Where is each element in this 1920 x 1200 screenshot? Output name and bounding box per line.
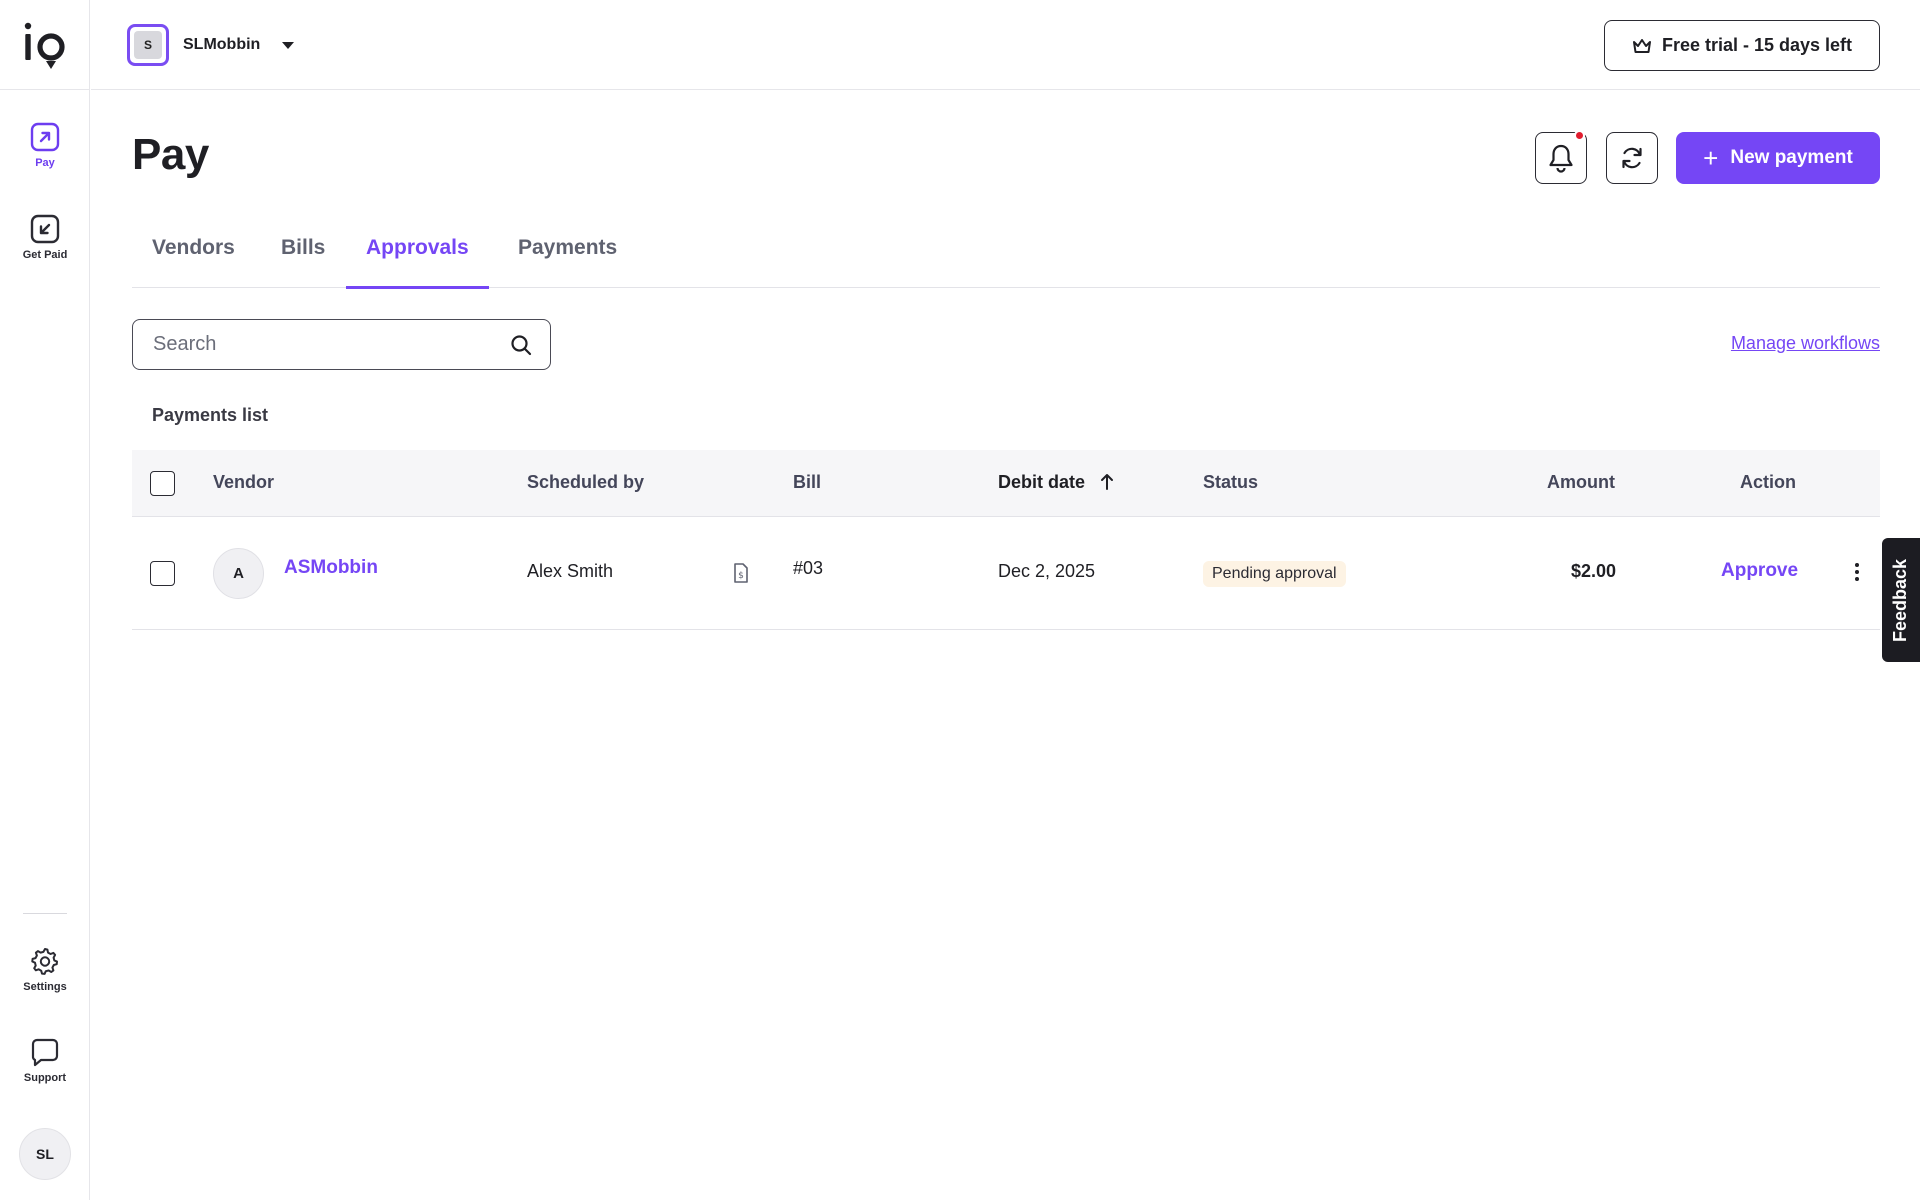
sidebar-item-label: Support: [23, 1072, 67, 1084]
more-options-icon[interactable]: [1850, 557, 1864, 587]
search-input[interactable]: [153, 333, 510, 356]
tab-approvals[interactable]: Approvals: [346, 236, 489, 289]
scheduled-by: Alex Smith: [527, 561, 614, 581]
table-row[interactable]: A ASMobbin Alex Smith $ #03 Dec 2, 2025 …: [132, 517, 1880, 630]
tab-vendors[interactable]: Vendors: [132, 236, 255, 288]
sidebar-item-pay[interactable]: Pay: [0, 122, 90, 169]
bill-document-icon[interactable]: $: [733, 563, 749, 583]
column-header-status[interactable]: Status: [1203, 472, 1258, 493]
page-title: Pay: [132, 130, 209, 179]
refresh-icon: [1622, 147, 1642, 169]
notifications-button[interactable]: [1535, 130, 1587, 184]
sidebar-item-get-paid[interactable]: Get Paid: [0, 214, 90, 261]
payments-table: Vendor Scheduled by Bill Debit date Stat…: [132, 450, 1880, 630]
svg-text:$: $: [738, 571, 744, 581]
column-header-vendor[interactable]: Vendor: [213, 472, 274, 493]
gear-icon: [31, 948, 58, 975]
bill-number: #03: [793, 558, 824, 578]
tab-bills[interactable]: Bills: [261, 236, 345, 288]
org-switcher[interactable]: S SLMobbin: [127, 24, 295, 66]
select-all-checkbox[interactable]: [150, 471, 175, 496]
column-header-label: Debit date: [998, 472, 1086, 492]
sidebar-item-label: Pay: [35, 157, 55, 169]
free-trial-button[interactable]: Free trial - 15 days left: [1604, 20, 1880, 71]
sidebar-item-support[interactable]: Support: [0, 1037, 90, 1084]
debit-date: Dec 2, 2025: [998, 561, 1096, 581]
refresh-button[interactable]: [1606, 132, 1658, 184]
manage-workflows-link[interactable]: Manage workflows: [1731, 333, 1880, 354]
caret-down-icon: [282, 41, 295, 49]
topbar: S SLMobbin Free trial - 15 days left: [91, 0, 1920, 90]
notification-dot: [1574, 130, 1585, 141]
column-header-debit-date[interactable]: Debit date: [998, 472, 1114, 493]
amount: $2.00: [1571, 561, 1617, 581]
payments-list-title: Payments list: [152, 405, 269, 425]
feedback-label: Feedback: [1890, 558, 1911, 642]
new-payment-button[interactable]: + New payment: [1676, 132, 1880, 184]
chat-bubble-icon: [31, 1038, 59, 1067]
crown-icon: [1632, 38, 1651, 53]
sidebar-item-label: Settings: [23, 981, 67, 993]
vendor-name-link[interactable]: ASMobbin: [284, 557, 378, 579]
search-icon[interactable]: [510, 334, 532, 356]
free-trial-label: Free trial - 15 days left: [1661, 35, 1853, 55]
org-initial: S: [134, 31, 162, 59]
org-name: SLMobbin: [183, 36, 261, 53]
sidebar-item-label: Get Paid: [22, 249, 68, 261]
column-header-bill[interactable]: Bill: [793, 472, 821, 493]
row-checkbox[interactable]: [150, 561, 175, 586]
tab-bar: Vendors Bills Approvals Payments: [132, 226, 1880, 289]
column-header-action: Action: [1740, 472, 1796, 492]
arrow-down-left-icon: [30, 214, 60, 244]
new-payment-label: New payment: [1730, 147, 1853, 168]
status-badge: Pending approval: [1203, 561, 1346, 587]
search-box: [132, 319, 551, 370]
sidebar-divider: [23, 913, 67, 914]
plus-icon: +: [1703, 143, 1719, 173]
feedback-tab[interactable]: Feedback: [1882, 538, 1920, 662]
arrow-up-right-icon: [30, 122, 60, 152]
sidebar-top-divider: [0, 89, 90, 90]
sidebar: Pay Get Paid Settings Support SL: [0, 0, 90, 1200]
arrow-up-icon: [1101, 474, 1114, 490]
sidebar-item-settings[interactable]: Settings: [0, 946, 90, 993]
bell-icon: [1549, 144, 1573, 173]
column-header-scheduled-by[interactable]: Scheduled by: [527, 472, 644, 493]
user-avatar[interactable]: SL: [19, 1128, 71, 1180]
column-header-amount[interactable]: Amount: [1547, 472, 1615, 493]
app-logo[interactable]: [22, 20, 68, 70]
vendor-avatar: A: [213, 548, 264, 599]
approve-button[interactable]: Approve: [1721, 560, 1798, 582]
table-header: Vendor Scheduled by Bill Debit date Stat…: [132, 450, 1880, 517]
org-badge: S: [127, 24, 169, 66]
tab-payments[interactable]: Payments: [498, 236, 637, 288]
